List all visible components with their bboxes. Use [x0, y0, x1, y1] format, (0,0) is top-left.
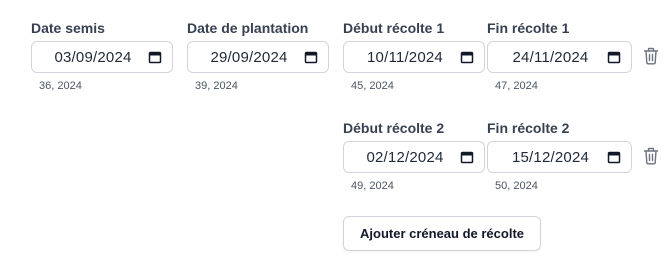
- harvest-2-start-week-text: 49, 2024: [351, 180, 394, 192]
- calendar-icon[interactable]: [304, 50, 318, 64]
- harvest-1-start-value: 10/11/2024: [367, 48, 443, 66]
- harvest-1-end-week-text: 47, 2024: [495, 80, 538, 92]
- sowing-date-value: 03/09/2024: [54, 48, 132, 66]
- calendar-icon[interactable]: [148, 50, 162, 64]
- harvest-1-start-week-text: 45, 2024: [351, 80, 394, 92]
- calendar-icon[interactable]: [607, 150, 621, 164]
- harvest-2-end-value: 15/12/2024: [511, 148, 590, 166]
- harvest-2-start-input[interactable]: 02/12/2024: [343, 141, 485, 173]
- harvest-1-start-input[interactable]: 10/11/2024: [343, 41, 485, 73]
- harvest-2-end-label: Fin récolte 2: [487, 120, 570, 136]
- harvest-2-end-input[interactable]: 15/12/2024: [487, 141, 632, 173]
- harvest-2-start-label: Début récolte 2: [343, 120, 445, 136]
- planting-date-label: Date de plantation: [187, 20, 309, 36]
- planting-date-input[interactable]: 29/09/2024: [187, 41, 329, 73]
- harvest-1-start-label: Début récolte 1: [343, 20, 445, 36]
- trash-icon: [643, 147, 659, 165]
- sowing-date-input[interactable]: 03/09/2024: [31, 41, 173, 73]
- calendar-icon[interactable]: [460, 150, 474, 164]
- harvest-1-end-input[interactable]: 24/11/2024: [487, 41, 632, 73]
- harvest-2-end-week-text: 50, 2024: [495, 180, 538, 192]
- harvest-1-end-label: Fin récolte 1: [487, 20, 570, 36]
- trash-icon: [643, 47, 659, 65]
- planting-date-value: 29/09/2024: [210, 48, 288, 66]
- add-harvest-slot-button[interactable]: Ajouter créneau de récolte: [343, 216, 541, 251]
- sowing-date-label: Date semis: [31, 20, 105, 36]
- harvest-2-start-value: 02/12/2024: [366, 148, 444, 166]
- harvest-1-end-value: 24/11/2024: [512, 48, 589, 66]
- delete-harvest-1-button[interactable]: [641, 45, 661, 67]
- planting-week-text: 39, 2024: [195, 80, 238, 92]
- calendar-icon[interactable]: [460, 50, 474, 64]
- sowing-week-text: 36, 2024: [39, 80, 82, 92]
- delete-harvest-2-button[interactable]: [641, 145, 661, 167]
- calendar-icon[interactable]: [607, 50, 621, 64]
